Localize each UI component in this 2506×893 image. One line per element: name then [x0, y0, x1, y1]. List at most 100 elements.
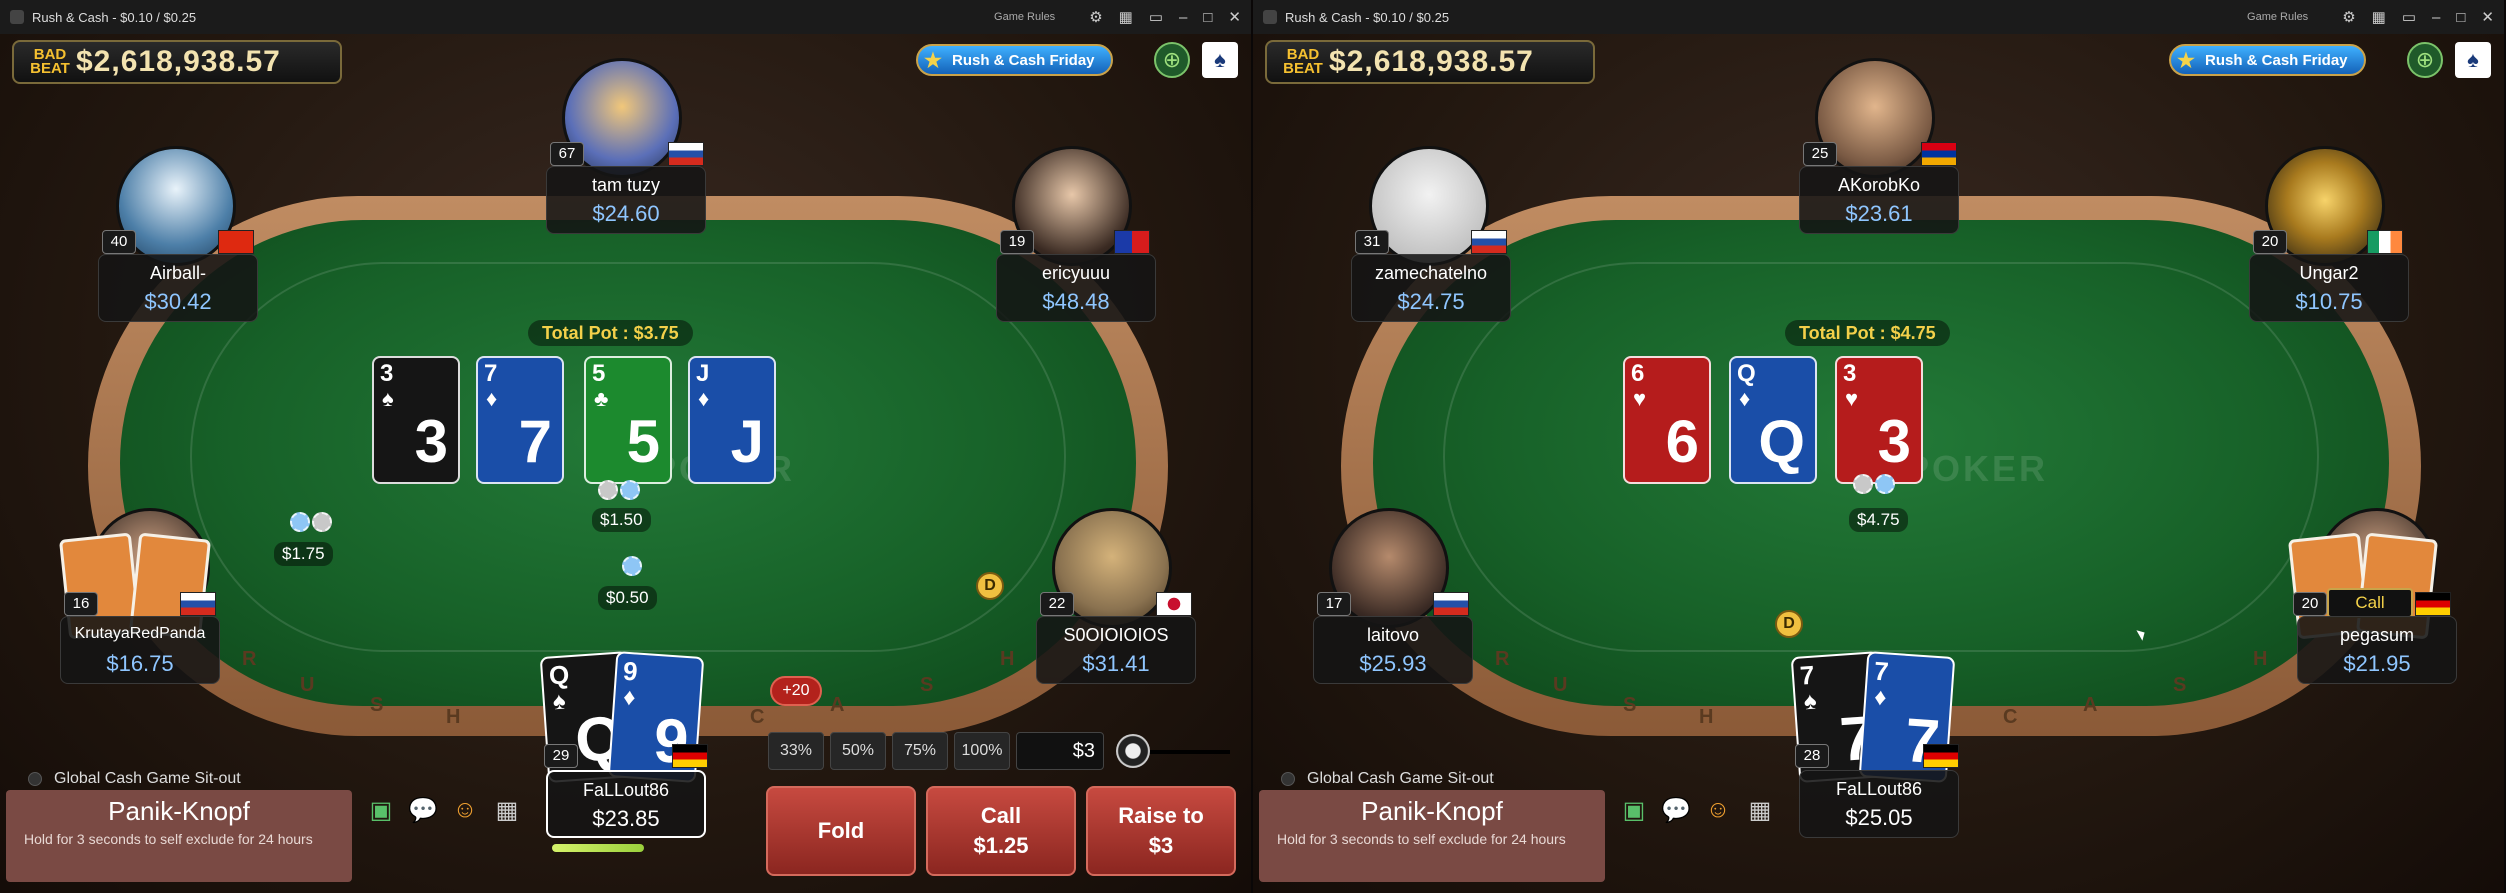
video-icon[interactable]: ▣	[1617, 796, 1651, 826]
player-stack: $25.93	[1359, 651, 1427, 676]
player-nameplate[interactable]: zamechatelno $24.75	[1351, 254, 1511, 322]
plus-icon[interactable]: ⊕	[1154, 42, 1190, 78]
player-nameplate[interactable]: S0OIOIOIOS $31.41	[1036, 616, 1196, 684]
board-card: 7 ♦ 7	[476, 356, 564, 484]
calculator-icon[interactable]: ▦	[490, 796, 524, 826]
player-level: 29	[544, 744, 578, 768]
panic-subtitle: Hold for 3 seconds to self exclude for 2…	[1277, 831, 1566, 847]
player-stack: $24.75	[1397, 289, 1465, 314]
game-rules-link[interactable]: Game Rules	[2247, 11, 2308, 23]
time-extend-button[interactable]: +20	[770, 676, 822, 706]
player-nameplate[interactable]: ericyuuu $48.48	[996, 254, 1156, 322]
fold-button[interactable]: Fold	[766, 786, 916, 876]
player-level: 19	[1000, 230, 1034, 254]
chat-icon[interactable]: ▭	[2402, 8, 2416, 26]
player-stack: $30.42	[144, 289, 212, 314]
chat-icon[interactable]: ▭	[1149, 8, 1163, 26]
panic-button[interactable]: Panik-Knopf Hold for 3 seconds to self e…	[1259, 790, 1605, 882]
close-icon[interactable]: ✕	[2481, 8, 2494, 26]
player-stack: $25.05	[1845, 805, 1913, 830]
player-name: FaLLout86	[1835, 779, 1923, 799]
preset-75-button[interactable]: 75%	[892, 732, 948, 770]
minimize-icon[interactable]: –	[1179, 9, 1187, 26]
maximize-icon[interactable]: □	[2456, 9, 2465, 26]
sitout-toggle[interactable]: Global Cash Game Sit-out	[1281, 770, 1494, 788]
player-level: 40	[102, 230, 136, 254]
player-name: Ungar2	[2299, 263, 2359, 283]
bet-amount-input[interactable]: $3	[1016, 732, 1104, 770]
grid-icon[interactable]: ▦	[2372, 8, 2386, 26]
promo-banner[interactable]: ★ Rush & Cash Friday	[916, 44, 1113, 76]
emoji-icon[interactable]: ☺	[1701, 796, 1735, 826]
bet-slider-knob[interactable]	[1116, 734, 1150, 768]
player-level: 28	[1795, 744, 1829, 768]
maximize-icon[interactable]: □	[1203, 9, 1212, 26]
player-nameplate[interactable]: tam tuzy $24.60	[546, 166, 706, 234]
window-title: Rush & Cash - $0.10 / $0.25	[1285, 9, 1450, 25]
player-nameplate[interactable]: AKorobKo $23.61	[1799, 166, 1959, 234]
left-table-window: Rush & Cash - $0.10 / $0.25 Game Rules ⚙…	[0, 0, 1253, 893]
rail-letter: H	[1000, 648, 1015, 670]
sitout-toggle[interactable]: Global Cash Game Sit-out	[28, 770, 241, 788]
jackpot-amount: $2,618,938.57	[76, 45, 281, 78]
gear-icon[interactable]: ⚙	[2342, 8, 2355, 26]
panic-button[interactable]: Panik-Knopf Hold for 3 seconds to self e…	[6, 790, 352, 882]
hero-nameplate[interactable]: FaLLout86 $25.05	[1799, 770, 1959, 838]
preset-100-button[interactable]: 100%	[954, 732, 1010, 770]
hero-nameplate[interactable]: FaLLout86 $23.85	[546, 770, 706, 838]
chip-stack	[290, 512, 334, 532]
player-level: 17	[1317, 592, 1351, 616]
board-card: 5 ♣ 5	[584, 356, 672, 484]
bad-beat-jackpot[interactable]: BAD BEAT $2,618,938.57	[12, 40, 342, 84]
player-level: 16	[64, 592, 98, 616]
board-card: 6 ♥ 6	[1623, 356, 1711, 484]
flag-icon	[180, 592, 216, 616]
jackpot-brand: BAD BEAT	[30, 46, 70, 77]
player-level: 20	[2253, 230, 2287, 254]
preset-33-button[interactable]: 33%	[768, 732, 824, 770]
plus-icon[interactable]: ⊕	[2407, 42, 2443, 78]
call-label: Call	[980, 803, 1022, 828]
close-icon[interactable]: ✕	[1228, 8, 1241, 26]
emoji-icon[interactable]: ☺	[448, 796, 482, 826]
radio-icon	[1281, 772, 1295, 786]
calculator-icon[interactable]: ▦	[1743, 796, 1777, 826]
raise-button[interactable]: Raise to $3	[1086, 786, 1236, 876]
preset-50-button[interactable]: 50%	[830, 732, 886, 770]
flag-icon	[1471, 230, 1507, 254]
player-nameplate[interactable]: laitovo $25.93	[1313, 616, 1473, 684]
grid-icon[interactable]: ▦	[1119, 8, 1133, 26]
cards-icon[interactable]: ♠	[2455, 42, 2491, 78]
player-stack: $24.60	[592, 201, 660, 226]
player-level: 31	[1355, 230, 1389, 254]
time-bank-bar	[552, 844, 644, 852]
call-button[interactable]: Call $1.25	[926, 786, 1076, 876]
chat-icon[interactable]: 💬	[406, 796, 440, 826]
cards-icon[interactable]: ♠	[1202, 42, 1238, 78]
video-icon[interactable]: ▣	[364, 796, 398, 826]
game-rules-link[interactable]: Game Rules	[994, 11, 1055, 23]
player-name: S0OIOIOIOS	[1063, 625, 1169, 645]
player-nameplate[interactable]: KrutayaRedPanda $16.75	[60, 616, 220, 684]
minimize-icon[interactable]: –	[2432, 9, 2440, 26]
promo-label: Rush & Cash Friday	[952, 51, 1095, 69]
gear-icon[interactable]: ⚙	[1089, 8, 1102, 26]
flag-icon	[1923, 744, 1959, 768]
rail-letter: H	[446, 706, 461, 728]
bad-beat-jackpot[interactable]: BAD BEAT $2,618,938.57	[1265, 40, 1595, 84]
rail-letter: U	[300, 674, 315, 696]
player-nameplate[interactable]: Airball- $30.42	[98, 254, 258, 322]
chat-icon[interactable]: 💬	[1659, 796, 1693, 826]
raise-amount: $3	[1148, 833, 1174, 858]
player-stack: $31.41	[1082, 651, 1150, 676]
promo-banner[interactable]: ★ Rush & Cash Friday	[2169, 44, 2366, 76]
chip-stack	[1853, 474, 1897, 494]
player-nameplate[interactable]: Ungar2 $10.75	[2249, 254, 2409, 322]
left-titlebar: Rush & Cash - $0.10 / $0.25 Game Rules ⚙…	[0, 0, 1251, 34]
panic-title: Panik-Knopf	[108, 796, 250, 826]
player-nameplate[interactable]: pegasum $21.95	[2297, 616, 2457, 684]
dealer-button: D	[1775, 610, 1803, 638]
player-name: ericyuuu	[1041, 263, 1111, 283]
chip-stack	[598, 480, 642, 500]
rail-letter: C	[2003, 706, 2018, 728]
